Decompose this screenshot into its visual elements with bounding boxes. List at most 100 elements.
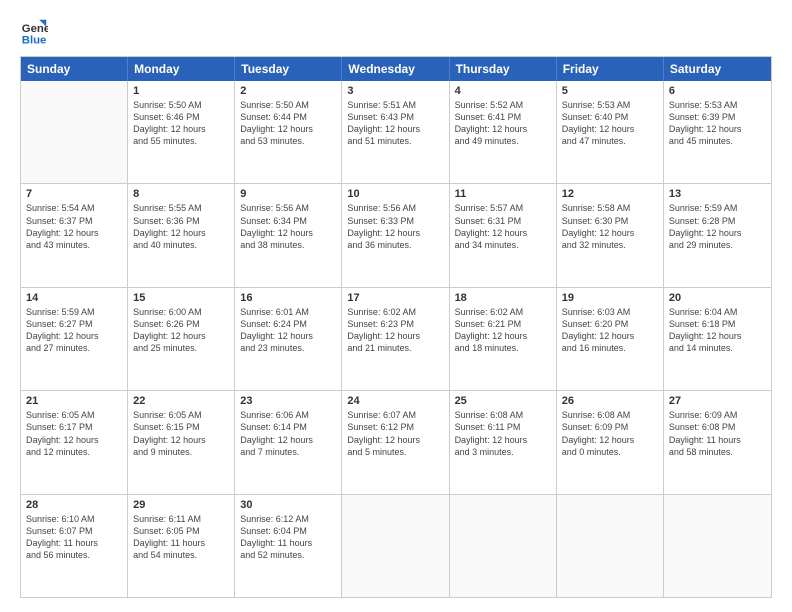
cell-info-line: Daylight: 12 hours xyxy=(26,434,122,446)
calendar-page: General Blue SundayMondayTuesdayWednesda… xyxy=(0,0,792,612)
day-number: 8 xyxy=(133,188,229,200)
calendar-cell: 6Sunrise: 5:53 AMSunset: 6:39 PMDaylight… xyxy=(664,81,771,183)
cell-info-line: Sunrise: 5:59 AM xyxy=(669,202,766,214)
day-number: 30 xyxy=(240,499,336,511)
weekday-header: Wednesday xyxy=(342,57,449,81)
cell-info-line: Daylight: 12 hours xyxy=(669,227,766,239)
cell-info-line: Daylight: 12 hours xyxy=(133,434,229,446)
cell-info-line: Sunset: 6:05 PM xyxy=(133,525,229,537)
cell-info-line: Daylight: 12 hours xyxy=(562,227,658,239)
calendar-cell: 5 Sunrise: 5:53 AMSunset: 6:40 PMDaylight… xyxy=(557,81,664,183)
cell-info-line: Sunrise: 6:07 AM xyxy=(347,409,443,421)
cell-info-line: Sunset: 6:26 PM xyxy=(133,318,229,330)
cell-info-line: Sunrise: 6:06 AM xyxy=(240,409,336,421)
calendar-cell: 7Sunrise: 5:54 AMSunset: 6:37 PMDaylight… xyxy=(21,184,128,286)
cell-info-line: Sunset: 6:39 PM xyxy=(669,111,766,123)
day-number: 3 xyxy=(347,85,443,97)
day-number: 2 xyxy=(240,85,336,97)
cell-info-line: and 18 minutes. xyxy=(455,342,551,354)
day-number: 6 xyxy=(669,85,766,97)
cell-info-line: and 9 minutes. xyxy=(133,446,229,458)
cell-info-line: and 40 minutes. xyxy=(133,239,229,251)
cell-info-line: Daylight: 12 hours xyxy=(240,434,336,446)
cell-info-line: Sunset: 6:43 PM xyxy=(347,111,443,123)
cell-info-line: and 23 minutes. xyxy=(240,342,336,354)
cell-info-line: and 5 minutes. xyxy=(347,446,443,458)
calendar-cell xyxy=(450,495,557,597)
calendar: SundayMondayTuesdayWednesdayThursdayFrid… xyxy=(20,56,772,598)
day-number: 29 xyxy=(133,499,229,511)
day-number: 4 xyxy=(455,85,551,97)
cell-info-line: Daylight: 12 hours xyxy=(669,330,766,342)
day-number: 28 xyxy=(26,499,122,511)
day-number: 23 xyxy=(240,395,336,407)
cell-info-line: Sunset: 6:12 PM xyxy=(347,421,443,433)
calendar-cell: 27Sunrise: 6:09 AMSunset: 6:08 PMDayligh… xyxy=(664,391,771,493)
cell-info-line: Sunset: 6:27 PM xyxy=(26,318,122,330)
cell-info-line: Sunrise: 5:51 AM xyxy=(347,99,443,111)
cell-info-line: Sunset: 6:40 PM xyxy=(562,111,658,123)
cell-info-line: and 58 minutes. xyxy=(669,446,766,458)
logo: General Blue xyxy=(20,18,52,46)
day-number: 13 xyxy=(669,188,766,200)
calendar-cell: 23Sunrise: 6:06 AMSunset: 6:14 PMDayligh… xyxy=(235,391,342,493)
calendar-body: 1Sunrise: 5:50 AMSunset: 6:46 PMDaylight… xyxy=(21,81,771,597)
day-number: 11 xyxy=(455,188,551,200)
cell-info-line: Sunrise: 5:52 AM xyxy=(455,99,551,111)
cell-info-line: Sunset: 6:11 PM xyxy=(455,421,551,433)
cell-info-line: Daylight: 12 hours xyxy=(455,330,551,342)
cell-info-line: and 27 minutes. xyxy=(26,342,122,354)
svg-text:General: General xyxy=(22,23,48,35)
weekday-header: Tuesday xyxy=(235,57,342,81)
cell-info-line: and 29 minutes. xyxy=(669,239,766,251)
cell-info-line: Sunrise: 6:02 AM xyxy=(347,306,443,318)
cell-info-line: Sunrise: 6:02 AM xyxy=(455,306,551,318)
cell-info-line: Daylight: 12 hours xyxy=(133,227,229,239)
calendar-cell xyxy=(557,495,664,597)
calendar-cell: 4Sunrise: 5:52 AMSunset: 6:41 PMDaylight… xyxy=(450,81,557,183)
day-number: 12 xyxy=(562,188,658,200)
day-number: 9 xyxy=(240,188,336,200)
cell-info-line: Sunset: 6:23 PM xyxy=(347,318,443,330)
calendar-cell: 21Sunrise: 6:05 AMSunset: 6:17 PMDayligh… xyxy=(21,391,128,493)
cell-info-line: Sunrise: 6:05 AM xyxy=(26,409,122,421)
cell-info-line: Sunrise: 6:08 AM xyxy=(562,409,658,421)
cell-info-line: Daylight: 12 hours xyxy=(133,123,229,135)
cell-info-line: Sunset: 6:21 PM xyxy=(455,318,551,330)
cell-info-line: Sunset: 6:15 PM xyxy=(133,421,229,433)
day-number: 5 xyxy=(562,85,658,97)
calendar-cell: 8Sunrise: 5:55 AMSunset: 6:36 PMDaylight… xyxy=(128,184,235,286)
cell-info-line: Sunset: 6:33 PM xyxy=(347,215,443,227)
cell-info-line: Sunset: 6:44 PM xyxy=(240,111,336,123)
day-number: 26 xyxy=(562,395,658,407)
calendar-row: 7Sunrise: 5:54 AMSunset: 6:37 PMDaylight… xyxy=(21,184,771,287)
cell-info-line: Daylight: 12 hours xyxy=(26,227,122,239)
cell-info-line: Daylight: 12 hours xyxy=(455,227,551,239)
cell-info-line: Sunrise: 5:53 AM xyxy=(562,99,658,111)
cell-info-line: Daylight: 12 hours xyxy=(455,123,551,135)
cell-info-line: Sunrise: 6:10 AM xyxy=(26,513,122,525)
cell-info-line: Daylight: 12 hours xyxy=(562,123,658,135)
day-number: 15 xyxy=(133,292,229,304)
cell-info-line: and 25 minutes. xyxy=(133,342,229,354)
day-number: 7 xyxy=(26,188,122,200)
calendar-cell: 11Sunrise: 5:57 AMSunset: 6:31 PMDayligh… xyxy=(450,184,557,286)
cell-info-line: Sunrise: 5:54 AM xyxy=(26,202,122,214)
day-number: 16 xyxy=(240,292,336,304)
day-number: 19 xyxy=(562,292,658,304)
cell-info-line: Daylight: 11 hours xyxy=(240,537,336,549)
cell-info-line: Sunrise: 5:56 AM xyxy=(240,202,336,214)
calendar-cell: 29Sunrise: 6:11 AMSunset: 6:05 PMDayligh… xyxy=(128,495,235,597)
cell-info-line: Daylight: 12 hours xyxy=(669,123,766,135)
cell-info-line: and 0 minutes. xyxy=(562,446,658,458)
cell-info-line: Sunset: 6:04 PM xyxy=(240,525,336,537)
cell-info-line: and 45 minutes. xyxy=(669,135,766,147)
cell-info-line: and 38 minutes. xyxy=(240,239,336,251)
calendar-cell: 15Sunrise: 6:00 AMSunset: 6:26 PMDayligh… xyxy=(128,288,235,390)
cell-info-line: Sunrise: 5:55 AM xyxy=(133,202,229,214)
cell-info-line: and 51 minutes. xyxy=(347,135,443,147)
cell-info-line: Daylight: 11 hours xyxy=(133,537,229,549)
cell-info-line: Daylight: 11 hours xyxy=(26,537,122,549)
cell-info-line: Sunset: 6:07 PM xyxy=(26,525,122,537)
cell-info-line: Sunset: 6:46 PM xyxy=(133,111,229,123)
